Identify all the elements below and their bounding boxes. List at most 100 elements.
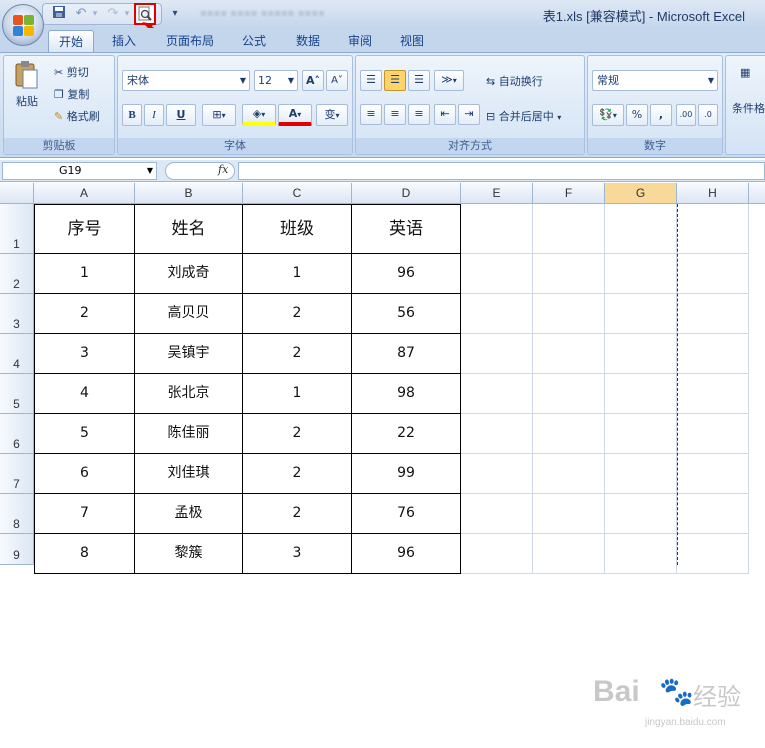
table-cell[interactable]: 96 [352, 254, 461, 294]
empty-cell[interactable] [677, 534, 749, 574]
column-header-b[interactable]: B [135, 183, 243, 204]
empty-cell[interactable] [461, 454, 533, 494]
empty-cell[interactable] [461, 294, 533, 334]
tab-formulas[interactable]: 公式 [234, 30, 274, 52]
tab-data[interactable]: 数据 [288, 30, 328, 52]
empty-cell[interactable] [533, 494, 605, 534]
table-cell[interactable]: 2 [243, 494, 352, 534]
table-cell[interactable]: 陈佳丽 [135, 414, 243, 454]
table-cell[interactable]: 1 [34, 254, 135, 294]
decrease-indent-button[interactable]: ⇤ [434, 104, 456, 125]
increase-indent-button[interactable]: ⇥ [458, 104, 480, 125]
empty-cell[interactable] [605, 454, 677, 494]
empty-cell[interactable] [605, 534, 677, 574]
table-cell[interactable]: 1 [243, 374, 352, 414]
currency-button[interactable]: 💱▾ [592, 104, 624, 126]
percent-button[interactable]: % [626, 104, 648, 126]
empty-cell[interactable] [677, 494, 749, 534]
cut-button[interactable]: ✂ 剪切 [54, 64, 89, 80]
empty-cell[interactable] [605, 494, 677, 534]
table-cell[interactable]: 刘成奇 [135, 254, 243, 294]
table-cell[interactable]: 56 [352, 294, 461, 334]
align-right-button[interactable]: ≡ [408, 104, 430, 125]
table-cell[interactable]: 张北京 [135, 374, 243, 414]
table-cell[interactable]: 吴镇宇 [135, 334, 243, 374]
table-cell[interactable]: 22 [352, 414, 461, 454]
empty-cell[interactable] [461, 334, 533, 374]
empty-cell[interactable] [461, 534, 533, 574]
empty-cell[interactable] [605, 334, 677, 374]
table-cell[interactable]: 3 [243, 534, 352, 574]
comma-style-button[interactable]: , [650, 104, 672, 126]
table-cell[interactable]: 3 [34, 334, 135, 374]
column-header-f[interactable]: F [533, 183, 605, 204]
empty-cell[interactable] [605, 254, 677, 294]
row-header-6[interactable]: 6 [0, 414, 34, 454]
paste-button[interactable]: 粘贴 [8, 60, 46, 120]
table-cell[interactable]: 87 [352, 334, 461, 374]
table-cell[interactable]: 2 [243, 294, 352, 334]
italic-button[interactable]: I [144, 104, 164, 126]
tab-page-layout[interactable]: 页面布局 [160, 30, 220, 52]
font-size-select[interactable]: 12 ▼ [254, 70, 298, 91]
empty-cell[interactable] [605, 294, 677, 334]
column-header-e[interactable]: E [461, 183, 533, 204]
table-header-cell[interactable]: 序号 [34, 204, 135, 254]
empty-cell[interactable] [677, 294, 749, 334]
table-cell[interactable]: 2 [243, 334, 352, 374]
formula-input[interactable] [238, 162, 765, 180]
table-cell[interactable]: 刘佳琪 [135, 454, 243, 494]
column-header-i[interactable] [749, 183, 765, 204]
insert-function-icon[interactable]: fx [218, 163, 228, 176]
table-cell[interactable]: 6 [34, 454, 135, 494]
copy-button[interactable]: ❐ 复制 [54, 86, 89, 102]
align-middle-button[interactable]: ☰ [384, 70, 406, 91]
tab-review[interactable]: 审阅 [340, 30, 380, 52]
row-header-9[interactable]: 9 [0, 534, 34, 565]
empty-cell[interactable] [677, 204, 749, 254]
format-painter-button[interactable]: ✎ 格式刷 [54, 108, 100, 124]
empty-cell[interactable] [461, 494, 533, 534]
merge-center-button[interactable]: ⊟ 合并后居中 ▾ [486, 108, 561, 124]
wrap-text-button[interactable]: ⇆ 自动换行 [486, 73, 543, 89]
empty-cell[interactable] [677, 414, 749, 454]
phonetic-button[interactable]: 变▾ [316, 104, 348, 126]
table-cell[interactable]: 7 [34, 494, 135, 534]
empty-cell[interactable] [533, 454, 605, 494]
table-cell[interactable]: 2 [243, 414, 352, 454]
table-cell[interactable]: 5 [34, 414, 135, 454]
table-cell[interactable]: 4 [34, 374, 135, 414]
row-header-1[interactable]: 1 [0, 204, 34, 254]
shrink-font-button[interactable]: A˅ [326, 70, 348, 91]
tab-view[interactable]: 视图 [392, 30, 432, 52]
empty-cell[interactable] [461, 414, 533, 454]
row-header-2[interactable]: 2 [0, 254, 34, 294]
underline-button[interactable]: U [166, 104, 196, 126]
decrease-decimal-button[interactable]: .0 [698, 104, 718, 126]
empty-cell[interactable] [677, 254, 749, 294]
column-header-a[interactable]: A [34, 183, 135, 204]
table-cell[interactable]: 96 [352, 534, 461, 574]
empty-cell[interactable] [533, 334, 605, 374]
empty-cell[interactable] [677, 374, 749, 414]
empty-cell[interactable] [533, 534, 605, 574]
grow-font-button[interactable]: A˄ [302, 70, 324, 91]
select-all-corner[interactable] [0, 183, 34, 204]
table-cell[interactable]: 2 [34, 294, 135, 334]
save-icon[interactable] [50, 5, 68, 23]
empty-cell[interactable] [461, 374, 533, 414]
table-cell[interactable]: 76 [352, 494, 461, 534]
align-bottom-button[interactable]: ☰ [408, 70, 430, 91]
empty-cell[interactable] [605, 374, 677, 414]
undo-dropdown-icon[interactable]: ▾ [86, 5, 104, 23]
table-header-cell[interactable]: 姓名 [135, 204, 243, 254]
bold-button[interactable]: B [122, 104, 142, 126]
table-cell[interactable]: 99 [352, 454, 461, 494]
name-box[interactable]: G19 ▼ [2, 162, 157, 180]
empty-cell[interactable] [533, 294, 605, 334]
table-cell[interactable]: 孟极 [135, 494, 243, 534]
row-header-3[interactable]: 3 [0, 294, 34, 334]
empty-cell[interactable] [461, 204, 533, 254]
font-name-select[interactable]: 宋体 ▼ [122, 70, 250, 91]
increase-decimal-button[interactable]: .00 [676, 104, 696, 126]
